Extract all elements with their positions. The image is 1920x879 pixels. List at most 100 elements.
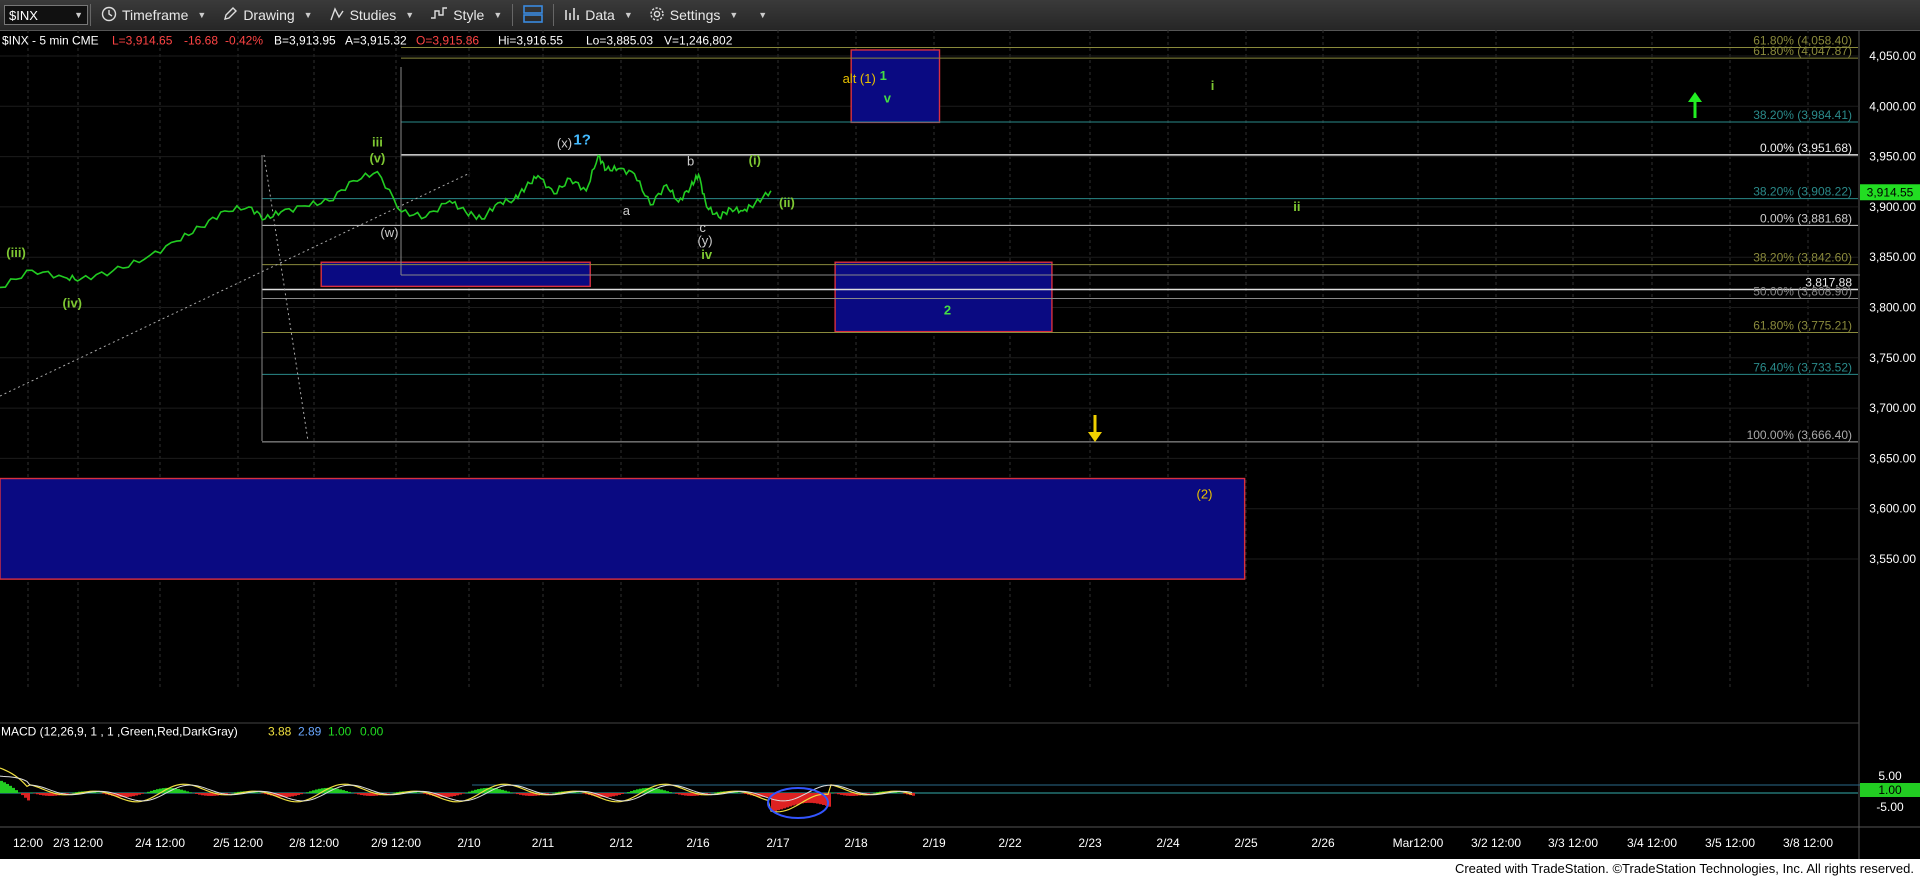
macd-histogram-bar — [315, 789, 318, 793]
time-tick-label: 2/26 — [1311, 836, 1335, 850]
target-box — [0, 477, 1246, 580]
macd-histogram-bar — [450, 793, 453, 797]
macd-histogram-bar — [306, 792, 309, 793]
macd-histogram-bar — [9, 785, 12, 793]
copyright-footer: Created with TradeStation. ©TradeStation… — [0, 859, 1920, 879]
timeframe-button[interactable]: Timeframe ▼ — [93, 2, 214, 28]
macd-histogram-bar — [663, 790, 666, 793]
macd-histogram-bar — [516, 793, 519, 795]
time-tick-label: 3/8 12:00 — [1783, 836, 1833, 850]
quote-open: O=3,915.86 — [416, 34, 479, 48]
time-axis: 12:00 2/3 12:00 2/4 12:00 2/5 12:00 2/8 12:0… — [0, 826, 1920, 850]
wave-label: ii — [1293, 199, 1300, 214]
macd-histogram-bar — [366, 793, 369, 796]
macd-histogram-bar — [519, 793, 522, 795]
macd-histogram-bar — [234, 792, 237, 793]
quote-symbol: $INX - 5 min CME — [2, 34, 99, 48]
macd-histogram-bar — [846, 793, 849, 796]
macd-histogram-bar — [555, 792, 558, 793]
time-tick-label: 3/5 12:00 — [1705, 836, 1755, 850]
macd-histogram-bar — [471, 790, 474, 793]
fib-level-label: 61.80% (4,047.87) — [1753, 44, 1852, 58]
price-tick-label: 3,900.00 — [1869, 200, 1916, 214]
symbol-selector[interactable]: $INX ▼ — [4, 5, 88, 25]
time-tick-label: 2/17 — [766, 836, 790, 850]
symbol-label: $INX — [9, 7, 38, 23]
macd-histogram-bar — [837, 793, 840, 795]
toolbar-divider — [90, 4, 91, 26]
macd-histogram-bar — [153, 789, 156, 793]
macd-histogram-bar — [840, 793, 843, 795]
macd-scale-high: 5.00 — [1878, 769, 1902, 783]
chevron-down-icon: ▼ — [493, 10, 503, 20]
drawing-button[interactable]: Drawing ▼ — [214, 2, 320, 28]
macd-histogram-bar — [684, 793, 687, 796]
time-tick-label: 3/3 12:00 — [1548, 836, 1598, 850]
macd-histogram-bar — [36, 793, 39, 795]
wave-label: (i) — [749, 153, 761, 168]
time-tick-label: 2/19 — [922, 836, 946, 850]
macd-histogram-bar — [363, 793, 366, 796]
macd-histogram-bar — [48, 793, 51, 796]
macd-histogram-bar — [774, 793, 777, 811]
macd-histogram-bar — [660, 789, 663, 793]
macd-histogram-bar — [387, 793, 390, 794]
target-box — [834, 261, 1053, 333]
macd-histogram-bar — [462, 793, 465, 794]
trend-line-dotted — [263, 154, 309, 442]
macd-histogram-bar — [312, 790, 315, 793]
time-tick-label: 2/11 — [532, 836, 555, 850]
quote-ask: A=3,915.32 — [345, 34, 407, 48]
time-tick-label: 12:00 — [13, 836, 43, 850]
fib-level-label: 100.00% (3,666.40) — [1747, 428, 1852, 442]
wave-label: (ii) — [779, 195, 795, 210]
layout-button[interactable] — [515, 2, 551, 28]
wave-label: (iv) — [63, 296, 83, 311]
fib-level-label: 38.20% (3,908.22) — [1753, 185, 1852, 199]
settings-button[interactable]: Settings ▼ — [641, 2, 747, 28]
wave-label: 1? — [573, 132, 591, 149]
style-icon — [430, 6, 448, 25]
macd-histogram-bar — [669, 792, 672, 793]
macd-histogram-bar — [525, 793, 528, 796]
macd-histogram-bar — [300, 793, 303, 795]
macd-histogram-bar — [576, 792, 579, 793]
arrows — [1088, 92, 1702, 442]
wave-label: iv — [701, 247, 713, 262]
time-tick-label: 2/9 12:00 — [371, 836, 421, 850]
macd-histogram-bar — [687, 793, 690, 796]
macd-histogram-bar — [735, 792, 738, 793]
price-tick-label: 4,000.00 — [1869, 99, 1916, 113]
style-button[interactable]: Style ▼ — [422, 2, 510, 28]
macd-histogram-bar — [633, 790, 636, 793]
macd-value-3: 1.00 — [328, 725, 352, 739]
gear-icon — [649, 6, 665, 25]
studies-button[interactable]: Studies ▼ — [321, 2, 423, 28]
more-menu[interactable]: ▼ — [746, 2, 775, 28]
drawing-label: Drawing — [243, 7, 295, 23]
macd-histogram-bar — [714, 792, 717, 793]
macd-histogram-bar — [102, 793, 105, 794]
target-boxes — [0, 49, 1246, 580]
macd-histogram-bar — [477, 789, 480, 793]
macd-histogram-bar — [501, 789, 504, 793]
wave-label: (w) — [380, 225, 398, 240]
data-button[interactable]: Data ▼ — [556, 2, 641, 28]
price-chart[interactable]: 61.80% (4,058.40)61.80% (4,047.87)38.20%… — [0, 30, 1920, 859]
wave-label: (x) — [557, 136, 572, 151]
macd-histogram-bar — [636, 789, 639, 793]
wave-label: v — [884, 90, 892, 105]
price-tick-label: 3,700.00 — [1869, 401, 1916, 415]
macd-histogram-bar — [867, 793, 870, 794]
macd-histogram-bar — [291, 793, 294, 797]
macd-histogram-bar — [24, 793, 27, 798]
chevron-down-icon: ▼ — [758, 10, 768, 20]
macd-histogram-bar — [207, 793, 210, 796]
macd-histogram-bar — [285, 793, 288, 798]
fib-level-label: 38.20% (3,842.60) — [1753, 251, 1852, 265]
wave-label: (y) — [697, 233, 712, 248]
quote-low: Lo=3,885.03 — [586, 34, 653, 48]
macd-histogram-bar — [27, 793, 30, 801]
macd-histogram-bar — [345, 791, 348, 793]
layout-icon — [523, 4, 544, 26]
